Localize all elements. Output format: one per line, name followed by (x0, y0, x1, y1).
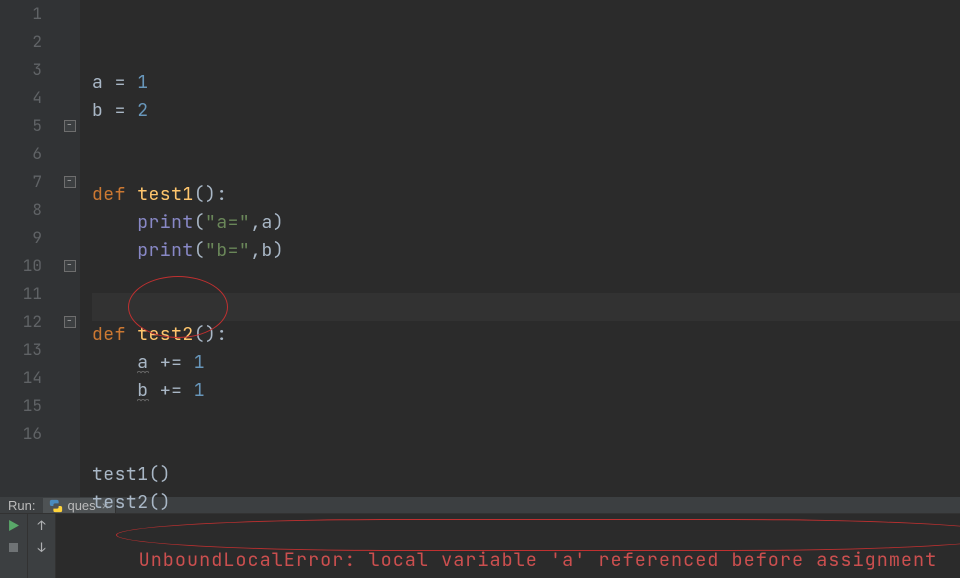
line-number: 6 (0, 140, 42, 168)
error-line: UnboundLocalError: local variable 'a' re… (139, 547, 938, 572)
code-line[interactable]: print("b=",b) (92, 237, 960, 265)
line-number: 8 (0, 196, 42, 224)
code-line[interactable]: a = 1 (92, 69, 960, 97)
code-line[interactable]: print("a=",a) (92, 209, 960, 237)
line-number: 7 (0, 168, 42, 196)
fold-toggle[interactable] (64, 176, 76, 188)
code-line[interactable] (92, 433, 960, 461)
run-tool-label: Run: (0, 498, 43, 513)
code-line[interactable]: test1() (92, 461, 960, 489)
code-editor[interactable]: a = 1b = 2 def test1(): print("a=",a) pri… (80, 0, 960, 497)
python-file-icon (49, 499, 63, 513)
code-line[interactable]: a += 1 (92, 349, 960, 377)
code-line[interactable] (92, 265, 960, 293)
line-number: 12 (0, 308, 42, 336)
line-number: 14 (0, 364, 42, 392)
line-number: 13 (0, 336, 42, 364)
line-number: 3 (0, 56, 42, 84)
code-line[interactable] (92, 293, 960, 321)
line-number: 9 (0, 224, 42, 252)
run-tool-body: ↑ ↓ UnboundLocalError: local variable 'a… (0, 514, 960, 578)
fold-toggle[interactable] (64, 260, 76, 272)
code-line[interactable]: test2() (92, 489, 960, 517)
line-number: 15 (0, 392, 42, 420)
code-line[interactable]: def test2(): (92, 321, 960, 349)
line-number: 10 (0, 252, 42, 280)
rerun-button[interactable] (3, 514, 25, 536)
line-number: 1 (0, 0, 42, 28)
editor-area: 12345678910111213141516 a = 1b = 2def te… (0, 0, 960, 498)
code-line[interactable] (92, 153, 960, 181)
line-number: 2 (0, 28, 42, 56)
code-line[interactable]: b += 1 (92, 377, 960, 405)
scroll-down-button[interactable]: ↓ (31, 536, 53, 558)
fold-toggle[interactable] (64, 120, 76, 132)
fold-toggle[interactable] (64, 316, 76, 328)
line-number: 11 (0, 280, 42, 308)
scroll-up-button[interactable]: ↑ (31, 514, 53, 536)
code-line[interactable]: b = 2 (92, 97, 960, 125)
run-console-output[interactable]: UnboundLocalError: local variable 'a' re… (56, 514, 960, 578)
code-line[interactable] (92, 405, 960, 433)
run-side-toolbar-1 (0, 514, 28, 578)
line-number: 5 (0, 112, 42, 140)
line-number: 16 (0, 420, 42, 448)
line-number: 4 (0, 84, 42, 112)
code-line[interactable] (92, 125, 960, 153)
stop-button[interactable] (3, 536, 25, 558)
code-line[interactable]: def test1(): (92, 181, 960, 209)
fold-column (64, 0, 78, 497)
run-side-toolbar-2: ↑ ↓ (28, 514, 56, 578)
line-number-gutter: 12345678910111213141516 (0, 0, 64, 497)
